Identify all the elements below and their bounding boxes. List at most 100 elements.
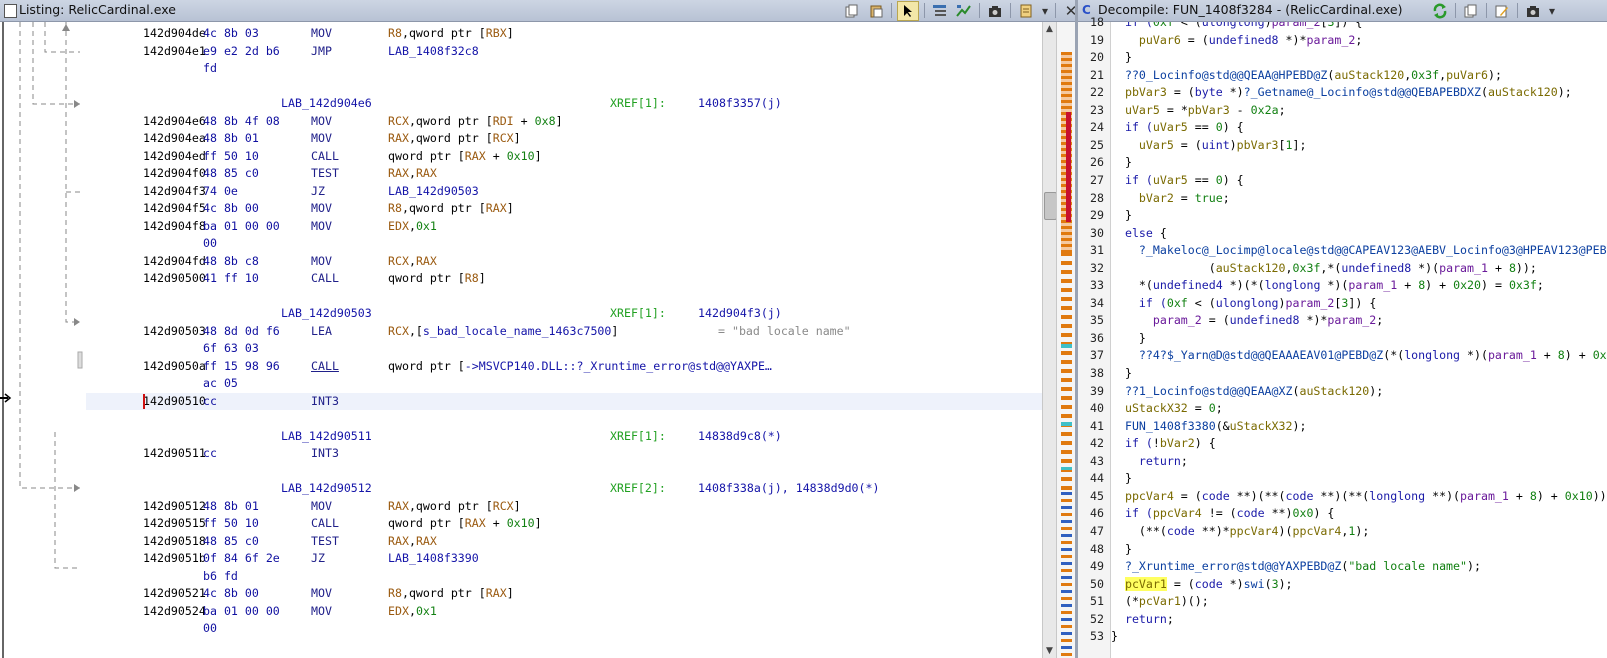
instruction-row[interactable]: 142d90515 ff 50 10 CALL qword ptr [RAX + 0x… [86, 515, 1042, 532]
keyword[interactable]: if ( [1111, 120, 1153, 134]
snapshot-icon[interactable] [985, 2, 1005, 20]
constant[interactable]: 0x10 [1565, 489, 1593, 503]
instruction-row[interactable]: 142d904ea 48 8b 01 MOV RAX,qword ptr [RCX] [86, 130, 1042, 147]
reference[interactable]: ->MSVCP140.DLL::?_Xruntime_error@std@@YA… [465, 359, 772, 373]
variable[interactable]: uVar5 [1153, 120, 1188, 134]
address[interactable]: 142d904ea [143, 130, 206, 147]
code-line[interactable]: if (uVar5 == 0) { [1111, 172, 1607, 190]
register[interactable]: EDX [388, 219, 409, 233]
instruction-row[interactable]: 142d904f8 ba 01 00 00 MOV EDX,0x1 [86, 218, 1042, 235]
mnemonic[interactable]: CALL [311, 515, 339, 532]
instruction-row[interactable]: 142d904f3 74 0e JZ LAB_142d90503 [86, 183, 1042, 200]
label-row[interactable]: LAB_142d90503 XREF[1]: 142d904f3(j) [86, 305, 1042, 322]
register[interactable]: EDX [388, 604, 409, 618]
parameter[interactable]: param_2 [1327, 313, 1376, 327]
code-line[interactable]: } [1111, 330, 1607, 348]
register[interactable]: RAX [388, 166, 409, 180]
code-line[interactable]: ppcVar4 = (code **)(**(code **)(**(longl… [1111, 488, 1607, 506]
parameter[interactable]: param_1 [1439, 261, 1488, 275]
instruction-row[interactable]: 142d904fd 48 8b c8 MOV RCX,RAX [86, 253, 1042, 270]
type-name[interactable]: longlong [1369, 489, 1425, 503]
instruction-row[interactable]: 142d90500 41 ff 10 CALL qword ptr [R8] [86, 270, 1042, 287]
address[interactable]: 142d9050a [143, 358, 206, 375]
code-line[interactable]: else { [1111, 225, 1607, 243]
view-options-icon[interactable] [1016, 2, 1036, 20]
variable[interactable]: uStackX32 [1230, 419, 1293, 433]
variable[interactable]: uVar5 [1111, 103, 1160, 117]
mnemonic[interactable]: INT3 [311, 393, 339, 410]
keyword[interactable]: return [1111, 454, 1181, 468]
address[interactable]: 142d90521 [143, 585, 206, 602]
register[interactable]: RAX [416, 254, 437, 268]
code-line[interactable]: ??1_Locinfo@std@@QEAA@XZ(auStack120); [1111, 383, 1607, 401]
mnemonic[interactable]: MOV [311, 25, 332, 42]
variable[interactable]: uStackX32 [1111, 401, 1188, 415]
mnemonic[interactable]: TEST [311, 165, 339, 182]
instruction-row[interactable]: 142d90512 48 8b 01 MOV RAX,qword ptr [RCX] [86, 498, 1042, 515]
reference[interactable]: LAB_1408f3390 [388, 551, 479, 565]
variable[interactable]: auStack120 [1488, 85, 1558, 99]
parameter[interactable]: param_1 [1348, 278, 1397, 292]
register[interactable]: RAX [388, 499, 409, 513]
register[interactable]: RAX [465, 149, 486, 163]
instruction-row[interactable]: 142d9050a ff 15 98 96 CALL qword ptr [->MSV… [86, 358, 1042, 375]
register[interactable]: RAX [416, 534, 437, 548]
address[interactable]: 142d904f0 [143, 165, 206, 182]
code-line[interactable]: FUN_1408f3380(&uStackX32); [1111, 418, 1607, 436]
instruction-row[interactable]: 142d904de 4c 8b 03 MOV R8,qword ptr [RBX] [86, 25, 1042, 42]
blank-row[interactable] [86, 463, 1042, 480]
dropdown-icon[interactable]: ▾ [1040, 2, 1050, 20]
code-line[interactable]: bVar2 = true; [1111, 190, 1607, 208]
code-line[interactable]: uStackX32 = 0; [1111, 400, 1607, 418]
register[interactable]: RCX [388, 324, 409, 338]
code-line[interactable]: return; [1111, 453, 1607, 471]
mnemonic[interactable]: JZ [311, 550, 325, 567]
constant[interactable]: 1 [1286, 138, 1293, 152]
mnemonic[interactable]: LEA [311, 323, 332, 340]
code-line[interactable]: } [1111, 207, 1607, 225]
mnemonic[interactable]: CALL [311, 148, 339, 165]
address[interactable]: 142d90500 [143, 270, 206, 287]
operands[interactable]: EDX,0x1 [388, 603, 437, 620]
type-name[interactable]: byte [1195, 85, 1223, 99]
paste-icon[interactable] [866, 2, 886, 20]
snapshot-icon[interactable] [1523, 2, 1543, 20]
type-name[interactable]: code [1202, 489, 1230, 503]
mnemonic[interactable]: MOV [311, 218, 332, 235]
operands[interactable]: RAX,qword ptr [RCX] [388, 498, 521, 515]
type-name[interactable]: ulonglong [1202, 22, 1265, 29]
refresh-icon[interactable] [1430, 2, 1450, 20]
code-line[interactable]: } [1111, 154, 1607, 172]
code-line[interactable]: puVar6 = (undefined8 *)*param_2; [1111, 32, 1607, 50]
address[interactable]: 142d904de [143, 25, 206, 42]
string-literal[interactable]: "bad locale name" [1348, 559, 1467, 573]
constant[interactable]: 8 [1509, 261, 1516, 275]
type-name[interactable]: undefined8 [1341, 261, 1411, 275]
operands[interactable]: RAX,RAX [388, 533, 437, 550]
address[interactable]: 142d904f3 [143, 183, 206, 200]
type-name[interactable]: undefined8 [1209, 33, 1279, 47]
operands[interactable]: qword ptr [R8] [388, 270, 486, 287]
blank-row[interactable] [86, 78, 1042, 95]
code-line[interactable]: } [1111, 470, 1607, 488]
address[interactable]: 142d90518 [143, 533, 206, 550]
code-line[interactable]: } [1111, 365, 1607, 383]
xref-targets[interactable]: 14838d9c8(*) [698, 428, 782, 445]
operands[interactable]: qword ptr [->MSVCP140.DLL::?_Xruntime_er… [388, 358, 772, 375]
code-line[interactable]: (auStack120,0x3f,*(undefined8 *)(param_1… [1111, 260, 1607, 278]
variable[interactable]: pcVar1 [1124, 576, 1167, 591]
constant[interactable]: 0xf [1167, 296, 1188, 310]
register[interactable]: RCX [493, 499, 514, 513]
constant[interactable]: true [1195, 191, 1223, 205]
code-line[interactable]: uVar5 = *pbVar3 - 0x2a; [1111, 102, 1607, 120]
reference[interactable]: LAB_142d90503 [388, 184, 479, 198]
register[interactable]: RAX [416, 166, 437, 180]
code-line[interactable]: if (ppcVar4 != (code **)0x0) { [1111, 505, 1607, 523]
code-line[interactable]: if (!bVar2) { [1111, 435, 1607, 453]
scalar[interactable]: 0x1 [416, 219, 437, 233]
parameter[interactable]: param_2 [1306, 33, 1355, 47]
register[interactable]: R8 [388, 586, 402, 600]
mnemonic[interactable]: JZ [311, 183, 325, 200]
code-line[interactable]: if (uVar5 == 0) { [1111, 119, 1607, 137]
keyword[interactable]: if ( [1111, 22, 1153, 29]
